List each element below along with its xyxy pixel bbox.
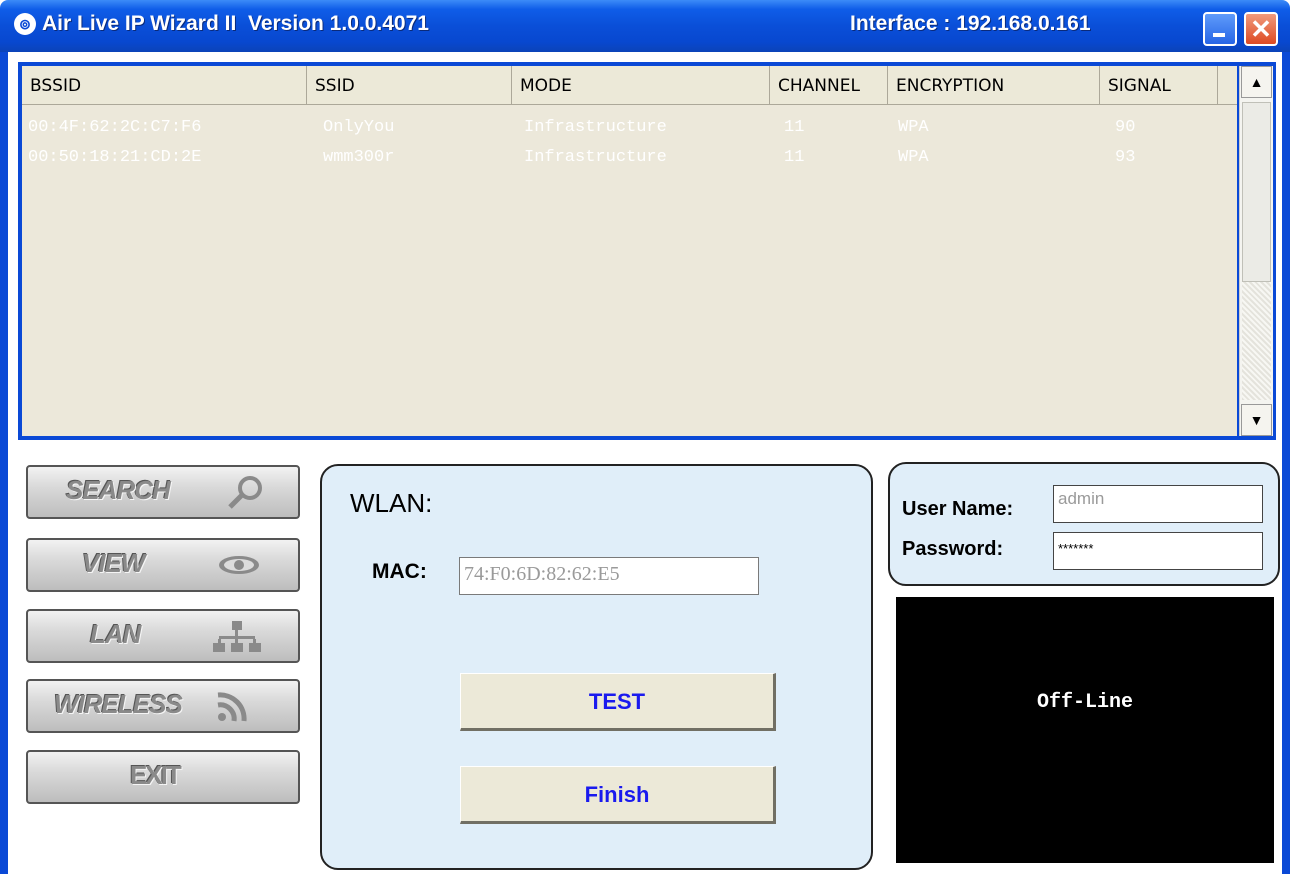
cell-channel: 11 — [784, 118, 805, 137]
window-border-left — [0, 52, 8, 874]
exit-button-label: EXIT — [130, 760, 182, 790]
login-panel: User Name: admin Password: ******* — [888, 462, 1280, 586]
wireless-button[interactable]: WIRELESS — [26, 679, 300, 733]
wireless-signal-icon — [217, 692, 247, 722]
scroll-track[interactable] — [1242, 282, 1271, 400]
scroll-thumb[interactable] — [1242, 102, 1271, 282]
cell-bssid: 00:50:18:21:CD:2E — [28, 148, 202, 167]
wifi-antenna-icon: ⊚ — [14, 13, 36, 35]
wireless-button-label: WIRELESS — [54, 689, 183, 719]
scroll-up-button[interactable]: ▲ — [1241, 66, 1272, 98]
wlan-title: WLAN: — [350, 488, 433, 518]
finish-button[interactable]: Finish — [460, 766, 776, 824]
cell-signal: 93 — [1115, 148, 1136, 167]
exit-button[interactable]: EXIT — [26, 750, 300, 804]
minimize-icon[interactable] — [1203, 12, 1237, 46]
cell-ssid: wmm300r — [323, 148, 395, 167]
lan-button[interactable]: LAN — [26, 609, 300, 663]
password-label: Password: — [902, 538, 1004, 560]
cell-ssid: OnlyYou — [323, 118, 395, 137]
cell-channel: 11 — [784, 148, 805, 167]
title-bar[interactable]: ⊚ Air Live IP Wizard II Version 1.0.0.40… — [0, 0, 1290, 52]
eye-icon — [219, 556, 259, 574]
table-row[interactable]: 00:50:18:21:CD:2E wmm300r Infrastructure… — [22, 144, 1237, 172]
column-header-encryption[interactable]: ENCRYPTION — [888, 66, 1100, 104]
column-header-bssid[interactable]: BSSID — [22, 66, 307, 104]
cell-mode: Infrastructure — [524, 118, 667, 137]
test-button[interactable]: TEST — [460, 673, 776, 731]
table-row[interactable]: 00:4F:62:2C:C7:F6 OnlyYou Infrastructure… — [22, 114, 1237, 142]
username-field[interactable]: admin — [1053, 485, 1263, 523]
cell-mode: Infrastructure — [524, 148, 667, 167]
network-list-body[interactable]: BSSID SSID MODE CHANNEL ENCRYPTION SIGNA… — [22, 66, 1237, 436]
cell-encryption: WPA — [898, 148, 929, 167]
cell-signal: 90 — [1115, 118, 1136, 137]
lan-button-label: LAN — [90, 619, 141, 649]
column-header-channel[interactable]: CHANNEL — [770, 66, 888, 104]
search-icon — [228, 476, 262, 509]
search-button-label: SEARCH — [66, 475, 171, 505]
search-button[interactable]: SEARCH — [26, 465, 300, 519]
cell-bssid: 00:4F:62:2C:C7:F6 — [28, 118, 202, 137]
column-header-signal[interactable]: SIGNAL — [1100, 66, 1218, 104]
vertical-scrollbar[interactable]: ▲ ▼ — [1239, 66, 1273, 436]
scroll-down-button[interactable]: ▼ — [1241, 404, 1272, 436]
view-button[interactable]: VIEW — [26, 538, 300, 592]
close-icon[interactable]: ✕ — [1244, 12, 1278, 46]
view-button-label: VIEW — [82, 548, 145, 578]
video-status: Off-Line — [1036, 691, 1133, 714]
network-icon — [213, 621, 261, 652]
column-header-ssid[interactable]: SSID — [307, 66, 512, 104]
mac-field[interactable]: 74:F0:6D:82:62:E5 — [459, 557, 759, 595]
window-border-right — [1282, 52, 1290, 874]
network-list-header: BSSID SSID MODE CHANNEL ENCRYPTION SIGNA… — [22, 66, 1237, 105]
wlan-panel: WLAN: MAC: 74:F0:6D:82:62:E5 TEST Finish — [320, 464, 873, 870]
cell-encryption: WPA — [898, 118, 929, 137]
app-window: ⊚ Air Live IP Wizard II Version 1.0.0.40… — [0, 0, 1290, 874]
password-field[interactable]: ******* — [1053, 532, 1263, 570]
interface-address: Interface : 192.168.0.161 — [850, 12, 1091, 35]
video-preview: Off-Line — [896, 597, 1274, 863]
network-list[interactable]: BSSID SSID MODE CHANNEL ENCRYPTION SIGNA… — [18, 62, 1276, 440]
column-header-mode[interactable]: MODE — [512, 66, 770, 104]
mac-label: MAC: — [372, 560, 427, 583]
window-title: Air Live IP Wizard II Version 1.0.0.4071 — [42, 12, 429, 35]
username-label: User Name: — [902, 498, 1014, 520]
